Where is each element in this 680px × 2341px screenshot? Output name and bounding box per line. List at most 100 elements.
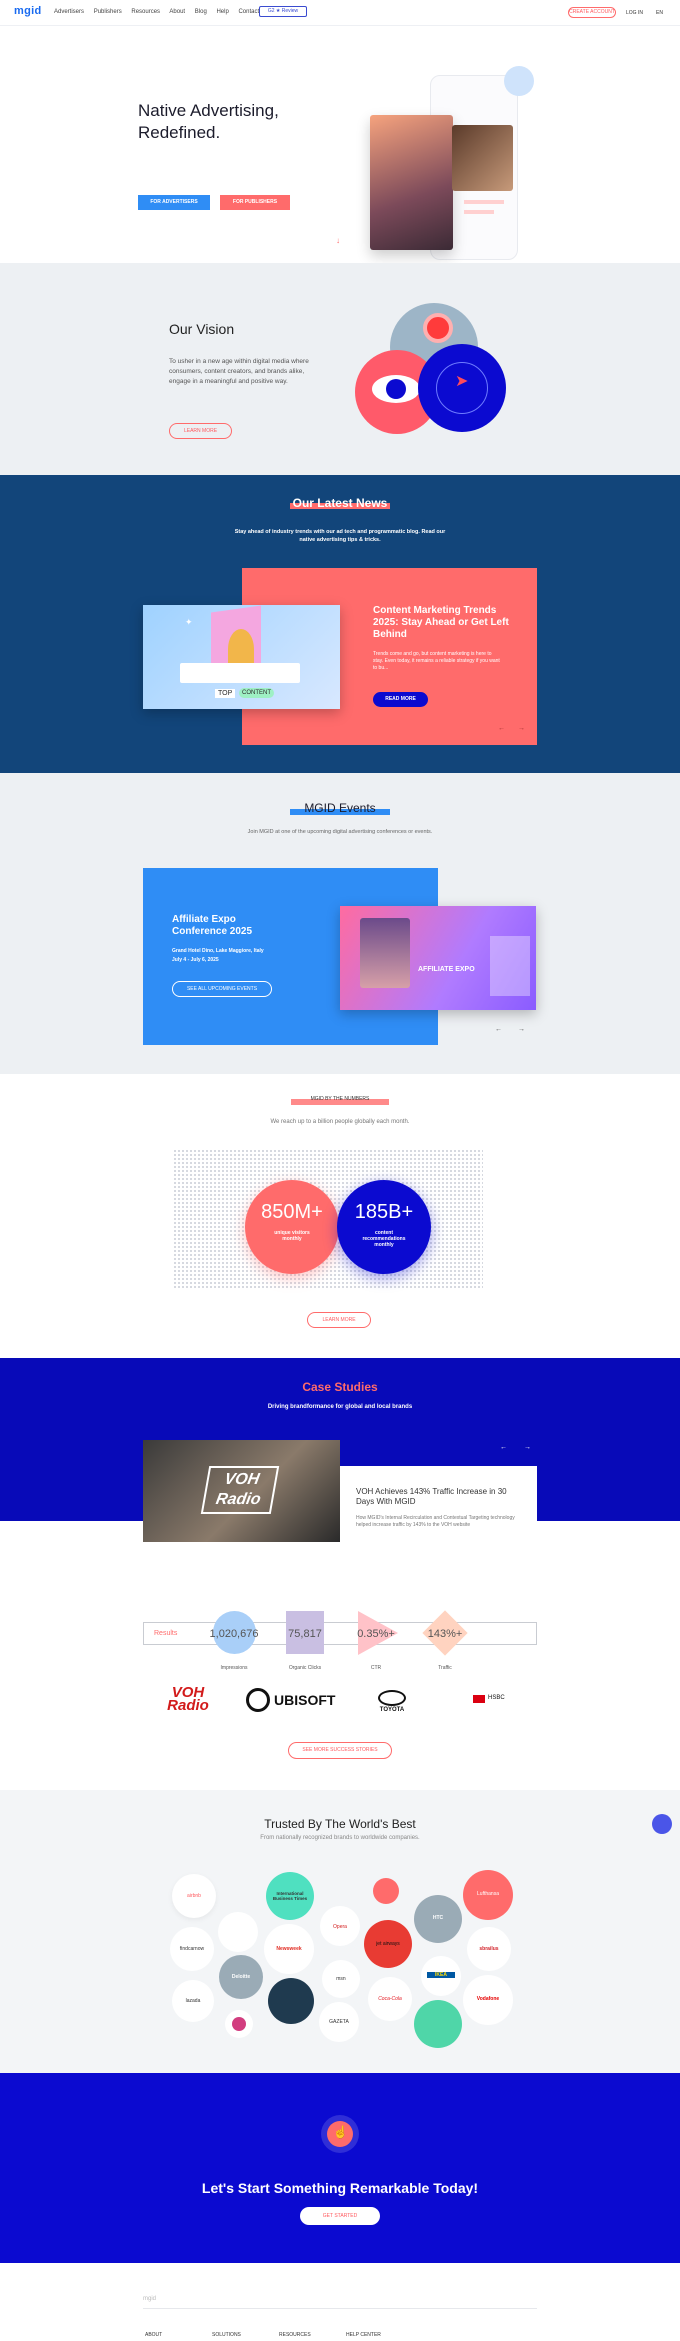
logo-deloitte: Deloitte — [231, 1974, 251, 1980]
metric-traffic-value: 143%+ — [427, 1628, 463, 1640]
event-place: Grand Hotel Dino, Lake Maggiore, Italy — [172, 948, 264, 954]
news-image-tag-top: TOP — [215, 689, 236, 698]
logo-bubble-green — [414, 2000, 462, 2048]
for-publishers-button[interactable]: FOR PUBLISHERS — [220, 195, 290, 210]
news-card-text: Trends come and go, but content marketin… — [373, 651, 500, 671]
hsbc-logo: HSBC — [488, 1695, 505, 1701]
voh-radio-image-logo: VOH Radio — [200, 1466, 280, 1514]
case-card-text: How MGID's Internal Recirculation and Co… — [356, 1515, 515, 1528]
logo-gazeta: GAZETA — [329, 2019, 349, 2025]
event-title[interactable]: Affiliate Expo Conference 2025 — [172, 914, 282, 938]
stat-visitors-value: 850M+ — [261, 1201, 323, 1223]
toyota-logo: TOYOTA — [379, 1707, 405, 1713]
cases-next-arrow-icon[interactable]: → — [524, 1444, 531, 1451]
see-all-events-button[interactable]: SEE ALL UPCOMING EVENTS — [172, 981, 272, 997]
ubisoft-swirl-icon — [246, 1688, 270, 1712]
nav-publishers[interactable]: Publishers — [94, 9, 122, 15]
case-card-title[interactable]: VOH Achieves 143% Traffic Increase in 30… — [356, 1487, 516, 1507]
chat-widget-icon[interactable] — [652, 1814, 672, 1834]
hero-photo-food — [452, 125, 513, 191]
nav-help[interactable]: Help — [216, 9, 228, 15]
news-prev-arrow-icon[interactable]: ← — [498, 725, 505, 732]
cta-section: ☝ Let's Start Something Remarkable Today… — [0, 2073, 680, 2263]
logo-airbnb: airbnb — [187, 1893, 201, 1899]
hero-title: Native Advertising, Redefined. — [138, 101, 279, 142]
create-account-button[interactable]: CREATE ACCOUNT — [568, 7, 616, 18]
mgid-logo[interactable]: mgid — [14, 5, 41, 17]
events-section: MGID Events Join MGID at one of the upco… — [0, 773, 680, 1074]
trusted-section: Trusted By The World's Best From nationa… — [0, 1790, 680, 2073]
numbers-learn-more-button[interactable]: LEARN MORE — [307, 1312, 371, 1328]
stat-recommendations-value: 185B+ — [354, 1201, 414, 1223]
numbers-subtitle: We reach up to a billion people globally… — [270, 1119, 410, 1125]
event-card-image: AFFILIATE EXPO — [340, 906, 536, 1010]
stat-recommendations-label: content recommendations monthly — [362, 1230, 406, 1248]
see-more-success-stories-button[interactable]: SEE MORE SUCCESS STORIES — [288, 1742, 392, 1759]
page: { "colors":{"accent":"#ff6b6b","blue":"#… — [0, 0, 680, 2341]
hero-photo-person — [370, 115, 453, 250]
logo-msn: msn — [336, 1976, 346, 1982]
metric-ctr-label: CTR — [370, 1665, 382, 1671]
news-card-image: TOP CONTENT ✦ — [143, 605, 340, 709]
scroll-down-icon[interactable]: ↓ — [336, 236, 340, 245]
logo-newsweek: Newsweek — [276, 1946, 302, 1952]
metric-ctr-value: 0.35%+ — [357, 1628, 395, 1640]
numbers-kicker: MGID BY THE NUMBERS — [310, 1096, 370, 1102]
for-advertisers-button[interactable]: FOR ADVERTISERS — [138, 195, 210, 210]
logo-lazada: lazada — [185, 1998, 201, 2004]
news-subtitle: Stay ahead of industry trends with our a… — [234, 529, 446, 543]
footer-solutions[interactable]: SOLUTIONS — [212, 2332, 241, 2338]
stat-visitors-circle — [245, 1180, 339, 1274]
logo-coca-cola: Coca-Cola — [378, 1996, 402, 2002]
metric-traffic-label: Traffic — [438, 1665, 452, 1671]
metric-clicks-label: Organic Clicks — [288, 1665, 322, 1671]
logo-bubble-small — [218, 1912, 258, 1952]
nav-advertisers[interactable]: Advertisers — [54, 9, 84, 15]
nav-blog[interactable]: Blog — [195, 9, 207, 15]
news-title: Our Latest News — [292, 496, 388, 510]
vision-title: Our Vision — [169, 321, 235, 337]
footer-help-center[interactable]: HELP CENTER — [346, 2332, 381, 2338]
footer-about[interactable]: ABOUT — [145, 2332, 162, 2338]
vision-pupil — [386, 379, 406, 399]
news-next-arrow-icon[interactable]: → — [518, 725, 525, 732]
events-next-arrow-icon[interactable]: → — [518, 1026, 525, 1033]
footer-resources[interactable]: RESOURCES — [279, 2332, 311, 2338]
nav-resources[interactable]: Resources — [131, 9, 160, 15]
trusted-subtitle: From nationally recognized brands to wor… — [260, 1835, 420, 1841]
footer-brand: mgid — [143, 2296, 157, 2302]
logo-jet-airways: jet airways — [376, 1941, 400, 1947]
g2-review-badge[interactable]: G2 ★ Review — [259, 6, 307, 17]
events-prev-arrow-icon[interactable]: ← — [495, 1026, 502, 1033]
metric-impressions-label: Impressions — [220, 1665, 248, 1671]
top-nav: mgid Advertisers Publishers Resources Ab… — [0, 0, 680, 26]
cta-title: Let's Start Something Remarkable Today! — [201, 2180, 479, 2196]
event-image-cathedral — [490, 936, 530, 996]
stat-recommendations-circle — [337, 1180, 431, 1274]
event-image-label: AFFILIATE EXPO — [418, 966, 475, 973]
cases-prev-arrow-icon[interactable]: ← — [500, 1444, 507, 1451]
case-card-image: VOH Radio — [143, 1440, 340, 1542]
logo-vodafone: Vodafone — [476, 1996, 500, 2002]
metric-impressions-value: 1,020,676 — [209, 1628, 259, 1640]
vision-learn-more-button[interactable]: LEARN MORE — [169, 423, 232, 439]
nav-contact[interactable]: Contact — [238, 9, 259, 15]
logo-sbrailus: sbrailus — [479, 1946, 499, 1952]
news-read-more-button[interactable]: READ MORE — [373, 692, 428, 707]
news-card-title[interactable]: Content Marketing Trends 2025: Stay Ahea… — [373, 605, 513, 641]
nav-about[interactable]: About — [169, 9, 185, 15]
vision-target-icon — [423, 313, 453, 343]
get-started-button[interactable]: GET STARTED — [300, 2207, 380, 2225]
stat-visitors-label: unique visitors monthly — [274, 1230, 310, 1242]
language-selector[interactable]: EN — [656, 10, 663, 16]
hand-cursor-icon: ☝ — [333, 2125, 348, 2139]
voh-radio-logo: VOH Radio — [167, 1684, 209, 1714]
hero-phone-line — [464, 210, 494, 214]
events-title: MGID Events — [304, 801, 376, 815]
results-label: Results — [154, 1630, 178, 1637]
hero-decor-circle — [504, 66, 534, 96]
cases-title: Case Studies — [302, 1380, 378, 1394]
logo-findcarnow: findcarnow — [179, 1946, 205, 1952]
play-icon — [232, 2017, 246, 2031]
login-link[interactable]: LOG IN — [626, 10, 643, 16]
